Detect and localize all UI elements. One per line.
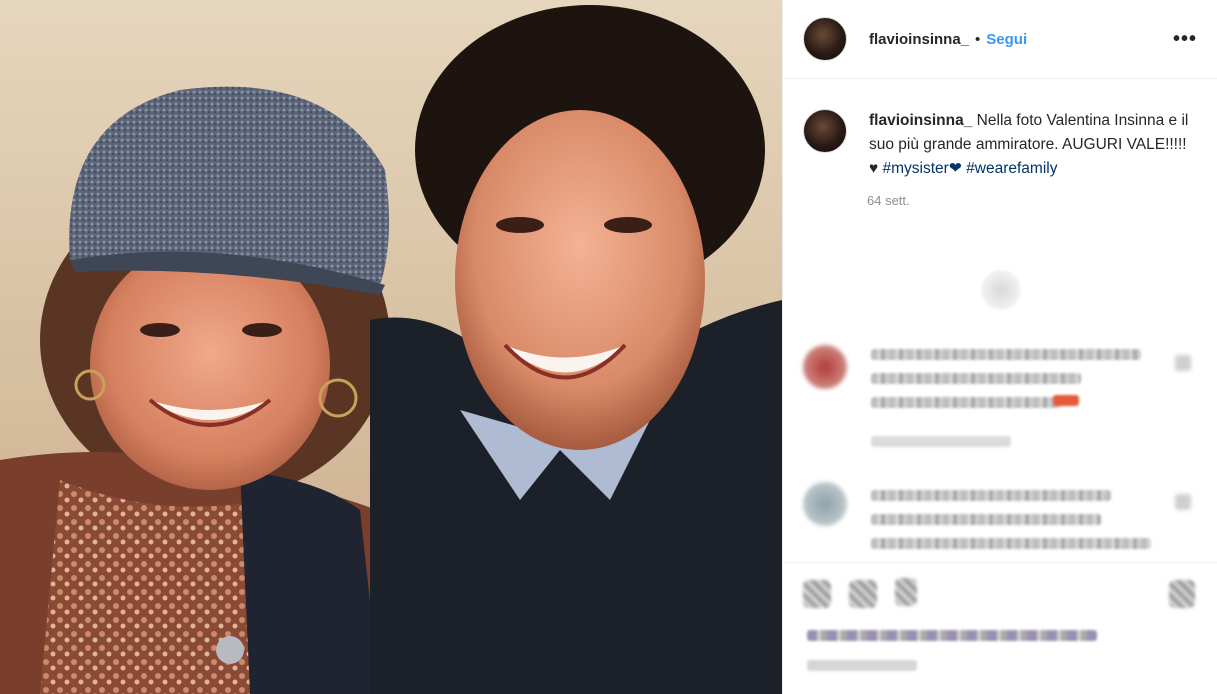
blurred-text xyxy=(871,538,1151,549)
heart-icon[interactable] xyxy=(1175,494,1191,510)
blurred-text xyxy=(871,349,1141,360)
blurred-text xyxy=(871,514,1101,525)
blurred-text xyxy=(871,490,1111,501)
actions-divider xyxy=(783,562,1217,563)
post-sidebar: flavioinsinna_ • Segui ••• flavioinsinna… xyxy=(782,0,1217,694)
heart-icon[interactable] xyxy=(803,580,831,608)
more-options-icon[interactable]: ••• xyxy=(1173,28,1197,51)
blurred-text xyxy=(871,436,1011,447)
caption-text: flavioinsinna_ Nella foto Valentina Insi… xyxy=(869,109,1189,181)
post-photo[interactable] xyxy=(0,0,782,694)
commenter-avatar xyxy=(803,345,847,389)
bookmark-icon[interactable] xyxy=(1169,580,1195,608)
blurred-likes xyxy=(807,630,1097,641)
follow-button[interactable]: Segui xyxy=(986,31,1027,48)
hashtag-link[interactable]: #mysister❤ xyxy=(883,160,962,177)
commenter-avatar xyxy=(803,482,847,526)
blurred-text xyxy=(871,397,1061,408)
post-caption: flavioinsinna_ Nella foto Valentina Insi… xyxy=(783,79,1217,181)
blurred-text xyxy=(871,373,1081,384)
instagram-post: flavioinsinna_ • Segui ••• flavioinsinna… xyxy=(0,0,1217,694)
post-timestamp[interactable]: 64 sett. xyxy=(867,193,1217,208)
heart-icon[interactable] xyxy=(1175,355,1191,371)
blurred-date xyxy=(807,660,917,671)
loading-spinner-icon xyxy=(981,270,1021,310)
blurred-text xyxy=(1053,395,1079,406)
author-username[interactable]: flavioinsinna_ xyxy=(869,31,969,48)
hashtag-link[interactable]: #wearefamily xyxy=(966,160,1057,177)
header-separator: • xyxy=(975,30,981,48)
share-icon[interactable] xyxy=(895,578,917,606)
comment-icon[interactable] xyxy=(849,580,877,608)
caption-avatar[interactable] xyxy=(803,109,847,153)
post-photo-image xyxy=(0,0,782,694)
caption-username[interactable]: flavioinsinna_ xyxy=(869,112,972,129)
author-avatar[interactable] xyxy=(803,17,847,61)
post-header: flavioinsinna_ • Segui ••• xyxy=(783,0,1217,79)
